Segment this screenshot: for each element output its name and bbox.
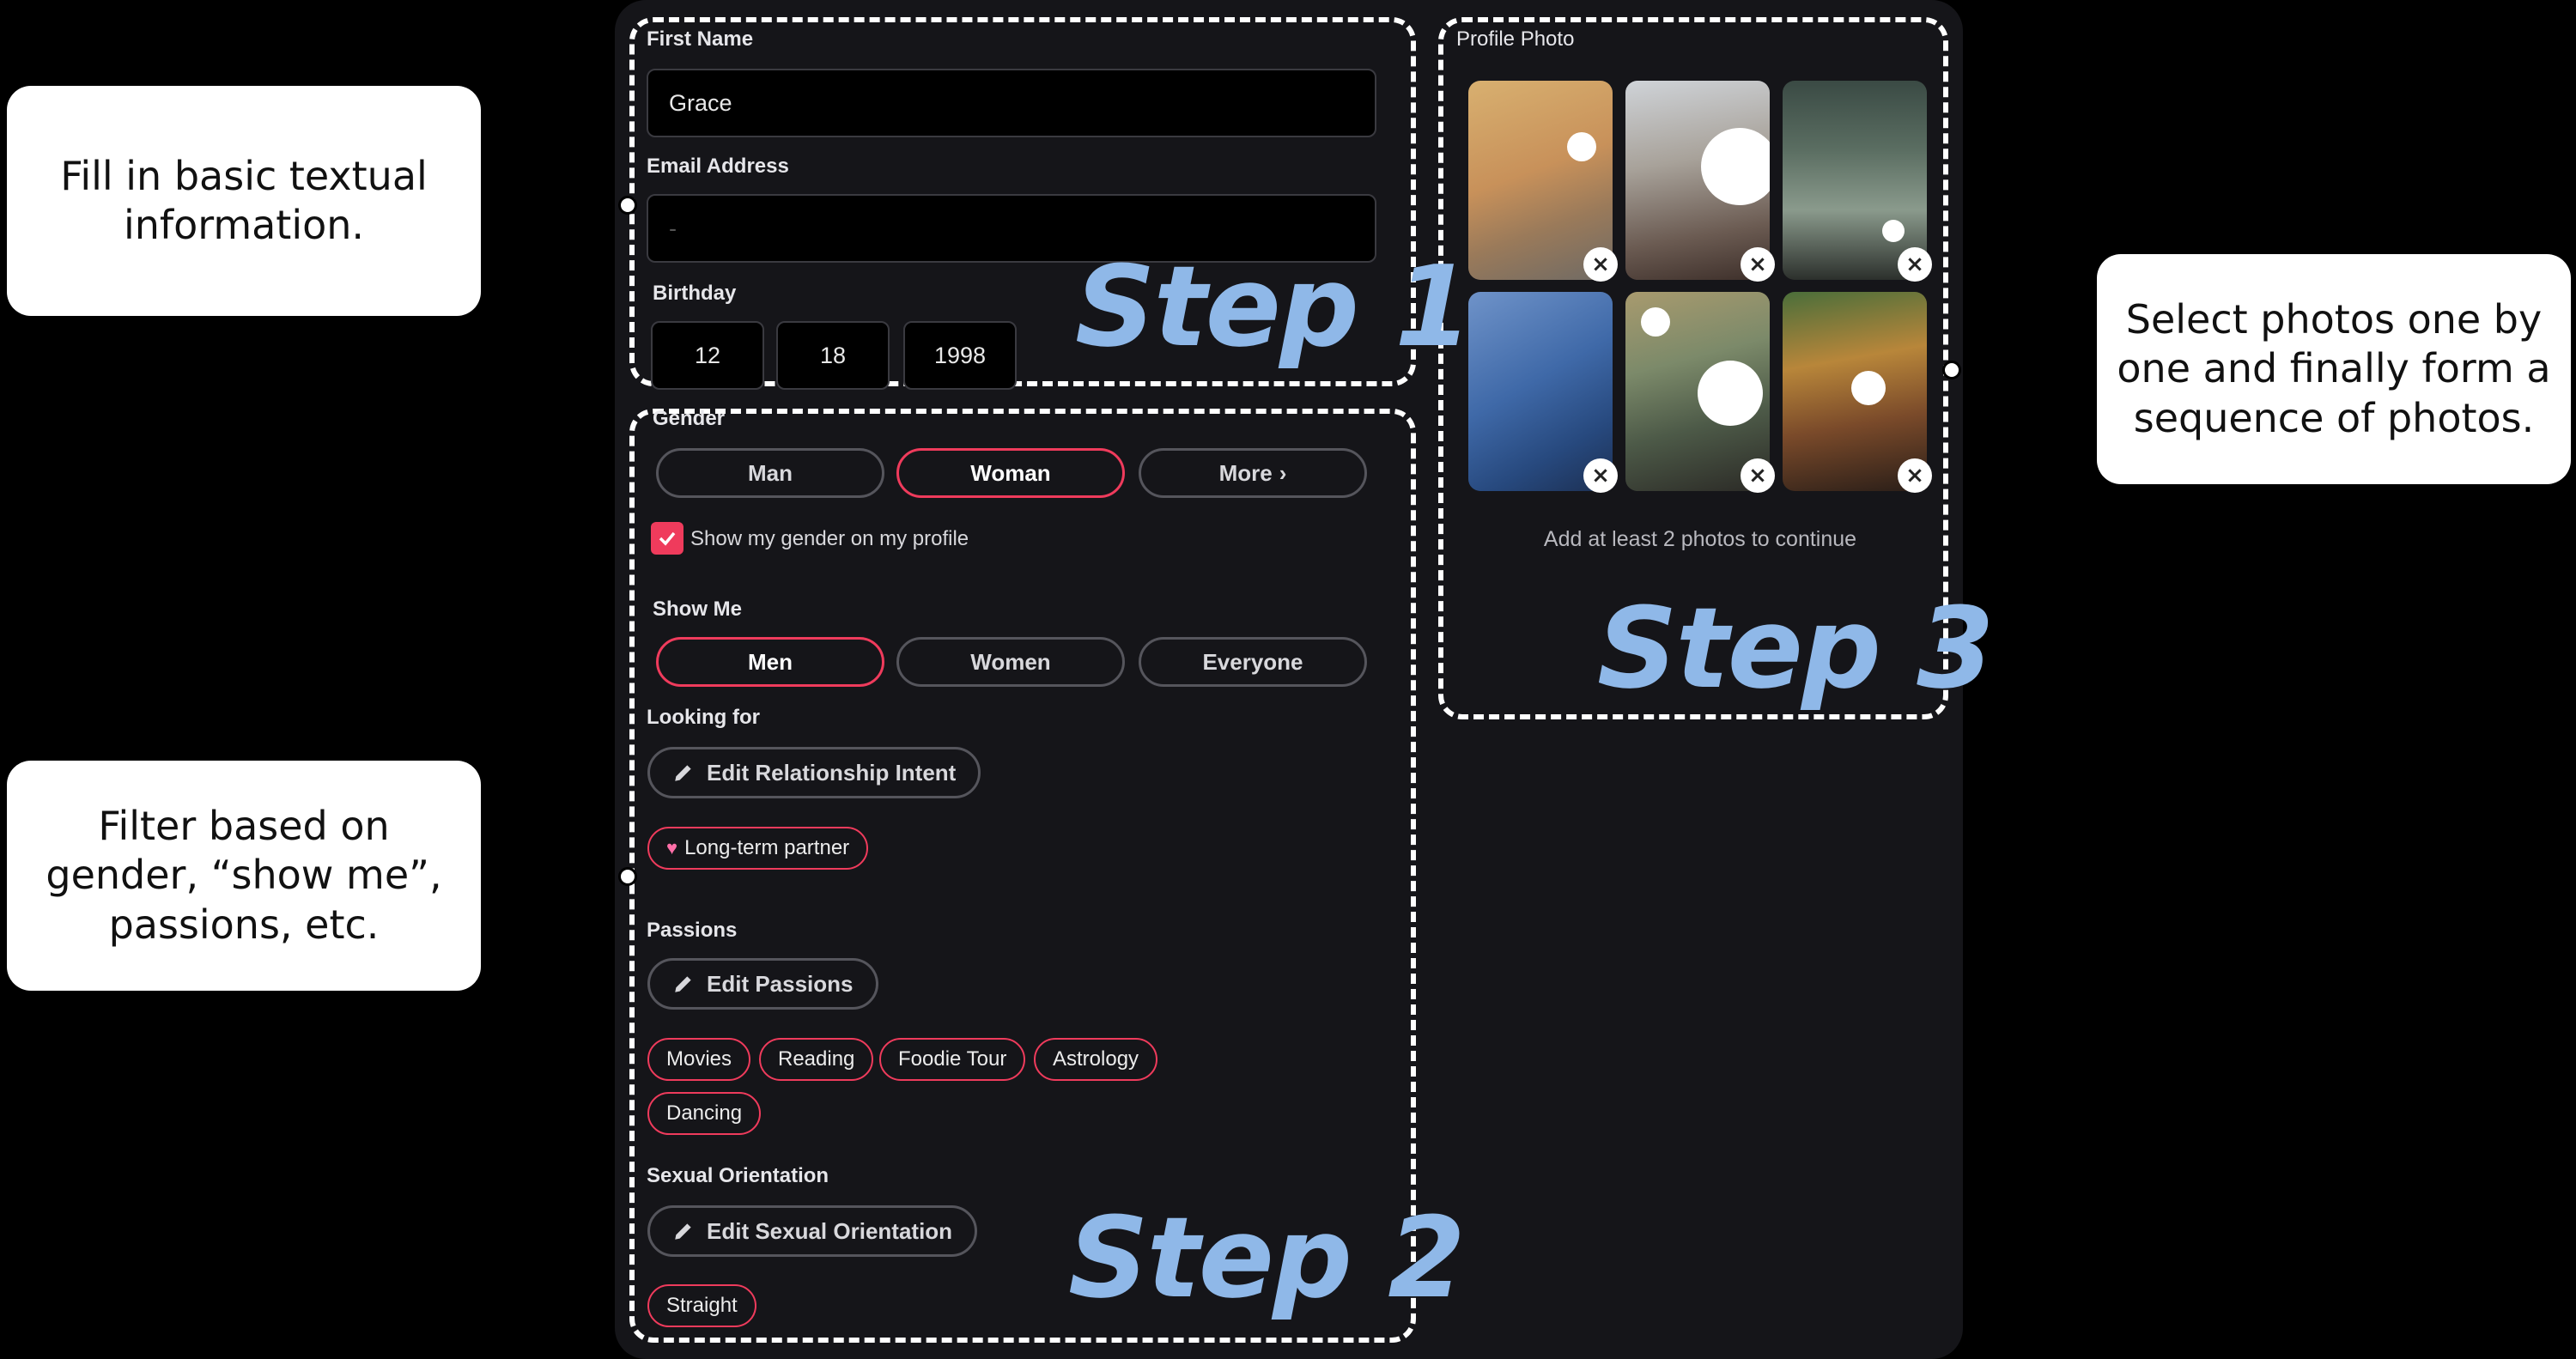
edit-sexual-orientation-button[interactable]: Edit Sexual Orientation [647, 1205, 978, 1257]
remove-photo-icon[interactable]: × [1583, 247, 1618, 282]
pencil-icon [675, 765, 691, 781]
show-me-option-everyone[interactable]: Everyone [1139, 637, 1367, 687]
edit-sexual-orientation-label: Edit Sexual Orientation [707, 1217, 953, 1244]
orientation-tag: Straight [647, 1284, 756, 1327]
gender-option-more[interactable]: More › [1139, 448, 1367, 498]
step1-label: Step 1 [1075, 241, 1473, 372]
remove-photo-icon[interactable]: × [1898, 247, 1932, 282]
connector-dot [1942, 361, 1961, 379]
chevron-right-icon: › [1279, 459, 1287, 486]
birthday-year-field[interactable]: 1998 [903, 321, 1017, 390]
edit-passions-button[interactable]: Edit Passions [647, 958, 878, 1010]
photo-marker [1701, 128, 1770, 205]
intent-tag-label: Long-term partner [684, 836, 850, 859]
orientation-label: Sexual Orientation [647, 1164, 829, 1187]
gender-option-more-label: More [1218, 459, 1273, 486]
passion-tag: Foodie Tour [879, 1038, 1026, 1081]
step3-callout-text: Select photos one by one and finally for… [2117, 295, 2551, 441]
passion-tag: Movies [647, 1038, 751, 1081]
step2-callout-text: Filter based on gender, “show me”, passi… [46, 802, 442, 948]
photo-marker [1882, 220, 1905, 242]
step2-label: Step 2 [1068, 1192, 1466, 1323]
heart-arrow-icon: ♥ [666, 837, 678, 858]
connector-dot [618, 867, 637, 886]
edit-relationship-intent-button[interactable]: Edit Relationship Intent [647, 747, 981, 798]
gender-option-woman-label: Woman [970, 459, 1051, 486]
remove-photo-icon[interactable]: × [1898, 458, 1932, 493]
passion-tag: Reading [759, 1038, 874, 1081]
first-name-field[interactable]: Grace [647, 69, 1376, 137]
step1-callout: Fill in basic textual information. [7, 86, 481, 316]
gender-option-man[interactable]: Man [656, 448, 884, 498]
remove-photo-icon[interactable]: × [1583, 458, 1618, 493]
photo-marker [1851, 371, 1886, 405]
photo-marker [1567, 132, 1596, 161]
intent-tag: ♥ Long-term partner [647, 827, 869, 870]
checkmark-icon [659, 531, 676, 546]
remove-photo-icon[interactable]: × [1741, 458, 1775, 493]
profile-photo-label: Profile Photo [1456, 27, 1575, 51]
photo-hint-text: Add at least 2 photos to continue [1543, 527, 1857, 551]
photo-marker [1641, 307, 1670, 337]
show-gender-text: Show my gender on my profile [690, 527, 969, 550]
birthday-label: Birthday [653, 282, 737, 305]
pencil-icon [675, 976, 691, 992]
show-gender-checkbox[interactable] [651, 522, 683, 555]
first-name-label: First Name [647, 27, 754, 51]
gender-option-man-label: Man [748, 459, 793, 486]
edit-relationship-intent-label: Edit Relationship Intent [707, 759, 957, 786]
step3-callout: Select photos one by one and finally for… [2097, 254, 2571, 484]
photo-marker [1698, 361, 1763, 426]
passion-tag: Dancing [647, 1092, 762, 1135]
step2-callout: Filter based on gender, “show me”, passi… [7, 761, 481, 991]
gender-option-woman[interactable]: Woman [896, 448, 1125, 498]
email-label: Email Address [647, 155, 789, 178]
gender-label: Gender [653, 407, 726, 430]
remove-photo-icon[interactable]: × [1741, 247, 1775, 282]
birthday-day-field[interactable]: 18 [776, 321, 890, 390]
show-me-option-men-label: Men [748, 648, 793, 675]
looking-for-label: Looking for [647, 706, 760, 729]
passion-tag: Astrology [1034, 1038, 1158, 1081]
pencil-icon [675, 1223, 691, 1240]
step3-label: Step 3 [1597, 583, 1995, 713]
edit-passions-label: Edit Passions [707, 970, 854, 997]
show-me-option-women[interactable]: Women [896, 637, 1125, 687]
birthday-month-field[interactable]: 12 [651, 321, 764, 390]
show-me-option-women-label: Women [970, 648, 1051, 675]
step1-callout-text: Fill in basic textual information. [60, 152, 428, 249]
show-me-option-everyone-label: Everyone [1202, 648, 1303, 675]
show-me-label: Show Me [653, 598, 743, 621]
connector-dot [618, 196, 637, 215]
show-me-option-men[interactable]: Men [656, 637, 884, 687]
passions-label: Passions [647, 919, 738, 942]
